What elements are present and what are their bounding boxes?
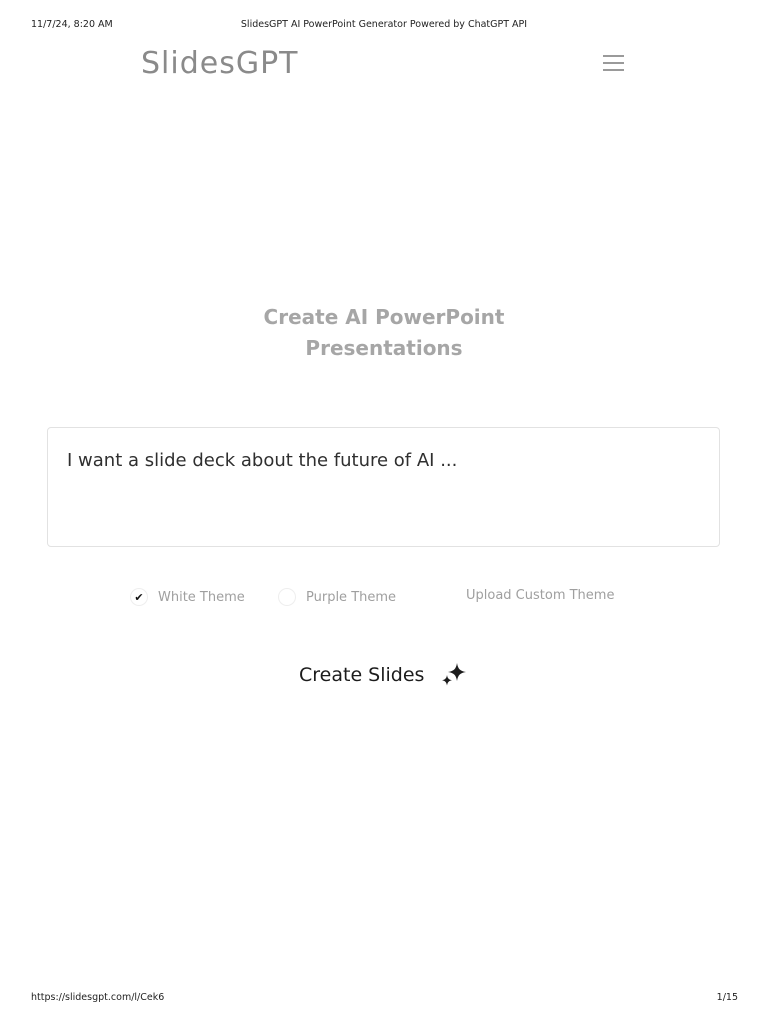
purple-theme-label: Purple Theme (306, 589, 397, 605)
create-slides-label: Create Slides (299, 664, 425, 686)
page: 11/7/24, 8:20 AM SlidesGPT AI PowerPoint… (0, 0, 768, 1024)
page-title-line-1: Create AI PowerPoint (263, 305, 505, 329)
white-theme-radio[interactable]: ✔ (130, 588, 148, 606)
sparkles-icon (442, 663, 467, 686)
theme-option-white[interactable]: ✔ White Theme (130, 586, 245, 608)
print-page-number: 1/15 (716, 992, 738, 1003)
prompt-input[interactable] (67, 450, 700, 471)
white-theme-label: White Theme (158, 589, 245, 605)
create-slides-button[interactable]: Create Slides (292, 657, 482, 693)
menu-bar (603, 55, 624, 57)
hamburger-menu-icon[interactable] (603, 53, 624, 73)
page-title-line-2: Presentations (305, 336, 463, 360)
page-title: Create AI PowerPoint Presentations (0, 302, 768, 364)
purple-theme-radio[interactable] (278, 588, 296, 606)
checkmark-icon: ✔ (134, 590, 144, 604)
menu-bar (603, 62, 624, 64)
theme-option-purple[interactable]: Purple Theme (278, 586, 396, 608)
print-url: https://slidesgpt.com/l/Cek6 (31, 992, 165, 1003)
site-logo[interactable]: SlidesGPT (141, 46, 299, 81)
upload-custom-theme-link[interactable]: Upload Custom Theme (466, 588, 614, 603)
prompt-box[interactable] (47, 427, 720, 547)
menu-bar (603, 69, 624, 71)
print-page-title: SlidesGPT AI PowerPoint Generator Powere… (240, 19, 528, 30)
